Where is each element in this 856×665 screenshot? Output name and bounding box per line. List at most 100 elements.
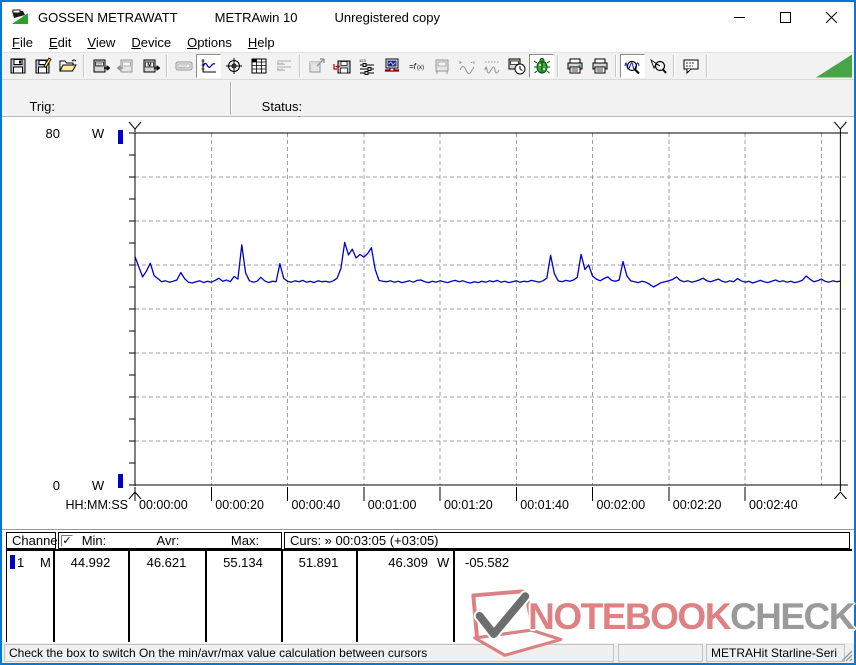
menu-device[interactable]: Device — [123, 33, 179, 52]
app-window: GOSSEN METRAWATT METRAwin 10 Unregistere… — [0, 0, 856, 665]
x-tick-label-7: 00:02:20 — [673, 498, 722, 512]
print-preview-icon[interactable] — [562, 54, 587, 78]
min-header: Min: — [59, 533, 129, 548]
analog-wave-icon[interactable] — [454, 54, 479, 78]
close-button[interactable] — [808, 2, 854, 32]
avr-value: 46.621 — [128, 555, 205, 570]
cursor-2[interactable] — [834, 122, 846, 499]
save-as-icon[interactable] — [30, 54, 55, 78]
toolbar-separator — [83, 55, 85, 77]
max-value: 55.134 — [205, 555, 281, 570]
formula-icon[interactable]: =f(x) — [404, 54, 429, 78]
status-empty-section — [618, 644, 703, 662]
info-panel: Trig: OFF Chan: 123456789 Status: Browsi… — [2, 80, 854, 117]
sampling-wave-icon[interactable] — [479, 54, 504, 78]
channel-header: Channel: — [6, 532, 56, 549]
status-device-name: METRAHit Starline-Seri — [706, 644, 845, 662]
toolbar-separator — [166, 55, 168, 77]
x-tick-label-8: 00:02:40 — [749, 498, 798, 512]
title-bar: GOSSEN METRAWATT METRAwin 10 Unregistere… — [2, 2, 854, 32]
zoom-curve-icon[interactable] — [620, 54, 645, 78]
channel-setup-icon[interactable]: 123 — [354, 54, 379, 78]
menu-file[interactable]: File — [4, 33, 41, 52]
app-logo-icon — [11, 9, 29, 25]
toolbar-separator — [615, 55, 617, 77]
y-axis-unit-bottom: W — [92, 478, 105, 493]
toolbar-separator — [706, 55, 708, 77]
close-icon — [826, 12, 837, 23]
save-icon[interactable] — [5, 54, 30, 78]
device-setup-icon[interactable] — [429, 54, 454, 78]
window-controls — [716, 2, 854, 32]
toolbar-separator — [673, 55, 675, 77]
brand-corner-triangle — [816, 55, 852, 78]
chart-panel: 80 W 0 W HH:MM:SS 00:00:00 00:00:20 00:00:40 00:… — [2, 117, 854, 529]
y-axis-max-label: 80 — [46, 126, 60, 141]
comment-icon[interactable] — [678, 54, 703, 78]
channel-range-marker-top — [118, 130, 123, 144]
status-bar: Check the box to switch On the min/avr/m… — [2, 643, 854, 663]
svg-text:M: M — [147, 62, 151, 68]
x-axis-format-label: HH:MM:SS — [66, 498, 129, 512]
svg-text:123: 123 — [96, 62, 102, 66]
x-tick-label-6: 00:02:00 — [597, 498, 646, 512]
power-chart[interactable]: 80 W 0 W HH:MM:SS 00:00:00 00:00:20 00:00:40 00:… — [2, 117, 854, 529]
menu-view[interactable]: View — [79, 33, 123, 52]
stats-header: ✓ Min: Avr: Max: — [58, 532, 282, 549]
x-tick-label-0: 00:00:00 — [139, 498, 188, 512]
x-tick-label-1: 00:00:20 — [215, 498, 264, 512]
time-setup-icon[interactable] — [504, 54, 529, 78]
interface-setup-icon[interactable] — [379, 54, 404, 78]
x-tick-label-2: 00:00:40 — [292, 498, 341, 512]
window-title-app: GOSSEN METRAWATT — [38, 10, 178, 25]
statistics-view-icon[interactable] — [271, 54, 296, 78]
y-axis-unit-top: W — [92, 126, 105, 141]
channel-mode: M — [40, 555, 51, 570]
minimize-icon — [734, 12, 745, 23]
cursor-table: Channel: ✓ Min: Avr: Max: Curs: » 00:03:… — [2, 529, 854, 643]
zoom-mode-icon[interactable] — [645, 54, 670, 78]
svg-text:=f: =f — [409, 62, 417, 71]
menu-edit[interactable]: Edit — [41, 33, 79, 52]
send-device-icon[interactable] — [113, 54, 138, 78]
menu-bar: File Edit View Device Options Help — [2, 32, 854, 53]
open-file-icon[interactable] — [55, 54, 80, 78]
svg-text:1257: 1257 — [179, 65, 187, 69]
resize-grip[interactable] — [839, 648, 853, 662]
channel-row: 1 M 44.992 46.621 55.134 51.891 46.309 W… — [6, 549, 852, 642]
print-icon[interactable] — [587, 54, 612, 78]
status-hint: Check the box to switch On the min/avr/m… — [4, 644, 614, 662]
avr-header: Avr: — [133, 533, 203, 548]
read-device-icon[interactable]: 123 — [88, 54, 113, 78]
cursor-1[interactable] — [129, 122, 141, 499]
svg-text:123: 123 — [359, 58, 366, 63]
maximize-button[interactable] — [762, 2, 808, 32]
x-tick-label-3: 00:01:00 — [368, 498, 417, 512]
channel-range-marker-bottom — [118, 474, 123, 488]
toolbar: 123 M 1257 123 — [2, 53, 854, 80]
channel-number: 1 — [17, 555, 24, 570]
menu-options[interactable]: Options — [179, 33, 240, 52]
info-divider — [230, 82, 232, 115]
svg-text:(x): (x) — [417, 65, 424, 71]
numeric-display-icon[interactable]: 1257 — [171, 54, 196, 78]
y-axis-min-label: 0 — [53, 478, 60, 493]
menu-help[interactable]: Help — [240, 33, 283, 52]
minimize-button[interactable] — [716, 2, 762, 32]
store-data-icon[interactable] — [329, 54, 354, 78]
export-icon[interactable] — [304, 54, 329, 78]
cursor2-value: 46.309 — [356, 555, 428, 570]
window-title-license: Unregistered copy — [334, 10, 440, 25]
min-value: 44.992 — [53, 555, 128, 570]
read-memory-icon[interactable]: M — [138, 54, 163, 78]
column-divider — [453, 551, 455, 642]
toolbar-separator — [557, 55, 559, 77]
channel-color-bar — [10, 555, 15, 569]
window-title-product: METRAwin 10 — [215, 10, 298, 25]
cursor-mode-icon[interactable] — [221, 54, 246, 78]
cursor2-unit: W — [437, 555, 449, 570]
live-record-icon[interactable] — [529, 54, 554, 78]
toolbar-separator — [299, 55, 301, 77]
chart-view-icon[interactable] — [196, 54, 221, 78]
table-view-icon[interactable] — [246, 54, 271, 78]
